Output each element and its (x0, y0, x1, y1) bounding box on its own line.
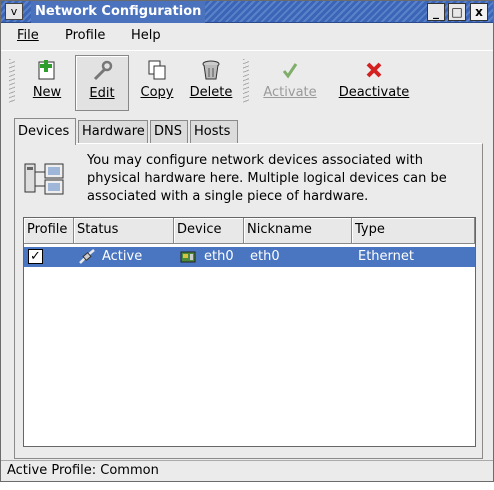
copy-icon (148, 60, 166, 80)
network-configuration-window: v Network Configuration _ □ x File Profi… (0, 0, 494, 482)
maximize-button[interactable]: □ (448, 3, 466, 21)
delete-button[interactable]: Delete (185, 55, 237, 111)
description-text: You may configure network devices associ… (87, 153, 447, 204)
column-header-profile[interactable]: Profile (24, 218, 74, 244)
type-cell: Ethernet (358, 249, 414, 264)
menu-help[interactable]: Help (131, 28, 161, 43)
minimize-button[interactable]: _ (427, 3, 445, 21)
edit-button[interactable]: Edit (75, 55, 129, 111)
edit-label: Edit (89, 86, 115, 101)
column-header-status[interactable]: Status (74, 218, 174, 244)
new-icon (38, 60, 55, 80)
activate-label: Activate (263, 85, 317, 100)
nickname-cell: eth0 (250, 249, 280, 264)
new-label: New (32, 85, 62, 100)
wrench-icon (93, 60, 113, 81)
menu-bar: File Profile Help (1, 24, 493, 48)
tab-devices[interactable]: Devices (14, 118, 76, 145)
network-card-icon (180, 251, 196, 263)
toolbar-separator (243, 59, 249, 103)
network-devices-icon (24, 163, 64, 195)
column-header-type[interactable]: Type (352, 218, 475, 244)
new-button[interactable]: New (25, 55, 69, 111)
menu-file[interactable]: File (17, 28, 39, 43)
activate-button[interactable]: Activate (259, 55, 321, 111)
deactivate-label: Deactivate (338, 85, 410, 100)
device-cell: eth0 (204, 249, 234, 264)
delete-label: Delete (189, 85, 233, 100)
connected-plug-icon (79, 249, 95, 264)
red-x-icon (366, 62, 382, 78)
tab-hosts[interactable]: Hosts (190, 120, 238, 144)
close-button[interactable]: x (470, 3, 488, 21)
checkmark-icon (282, 63, 298, 79)
window-title: Network Configuration (31, 1, 206, 23)
copy-button[interactable]: Copy (135, 55, 179, 111)
toolbar-grip[interactable] (9, 59, 15, 103)
menu-profile[interactable]: Profile (65, 28, 105, 43)
devices-table: Profile Status Device Nickname Type ✓ Ac… (23, 217, 476, 447)
tab-hardware[interactable]: Hardware (78, 120, 148, 144)
title-bar[interactable]: v Network Configuration _ □ x (1, 1, 493, 23)
status-bar: Active Profile: Common (1, 460, 493, 481)
status-cell: Active (102, 249, 143, 264)
table-row[interactable]: ✓ Active eth0 eth0 Ethernet (24, 247, 475, 267)
toolbar: New Edit Copy Delete Activate Deactivate (1, 50, 493, 112)
tab-dns[interactable]: DNS (150, 120, 188, 144)
column-header-device[interactable]: Device (174, 218, 244, 244)
column-header-nickname[interactable]: Nickname (244, 218, 352, 244)
copy-label: Copy (140, 85, 174, 100)
trash-icon (202, 60, 220, 80)
profile-checkbox[interactable]: ✓ (28, 249, 43, 264)
window-menu-button[interactable]: v (5, 3, 23, 20)
deactivate-button[interactable]: Deactivate (335, 55, 413, 111)
devices-panel: You may configure network devices associ… (14, 143, 483, 459)
